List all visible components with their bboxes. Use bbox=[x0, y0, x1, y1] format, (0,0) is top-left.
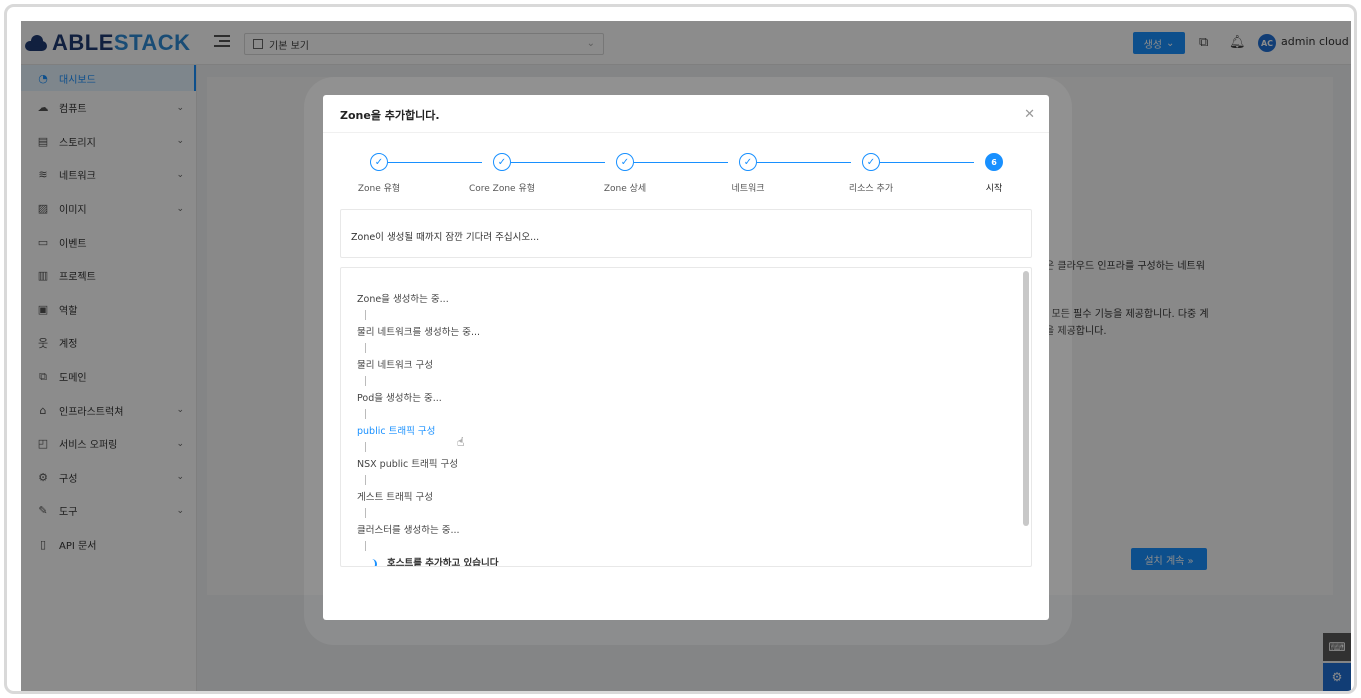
step-launch: 6 시작 bbox=[934, 153, 1054, 194]
hand-pointer-icon: ☝︎ bbox=[457, 435, 465, 449]
close-icon[interactable]: ✕ bbox=[1024, 107, 1035, 122]
log-item: 게스트 트래픽 구성 bbox=[357, 492, 433, 503]
step-label: Zone 유형 bbox=[357, 184, 401, 194]
modal-divider bbox=[323, 132, 1049, 133]
step-zone-details: ✓ Zone 상세 bbox=[565, 153, 685, 194]
add-zone-modal: Zone을 추가합니다. ✕ ✓ Zone 유형 ✓ Core Zone 유형 … bbox=[323, 95, 1049, 620]
log-connector bbox=[357, 506, 997, 523]
log-scrollbar[interactable] bbox=[1023, 271, 1029, 526]
step-label: 시작 bbox=[985, 184, 1003, 194]
progress-log: Zone을 생성하는 중... 물리 네트워크를 생성하는 중... 물리 네트… bbox=[340, 267, 1032, 567]
step-label: Core Zone 유형 bbox=[468, 184, 536, 194]
log-connector bbox=[357, 473, 997, 490]
check-icon: ✓ bbox=[862, 153, 880, 171]
log-connector bbox=[357, 440, 997, 457]
log-connector bbox=[357, 341, 997, 358]
check-icon: ✓ bbox=[370, 153, 388, 171]
status-message: Zone이 생성될 때까지 잠깐 기다려 주십시오... bbox=[351, 232, 540, 243]
log-item-pending-label: 호스트를 추가하고 있습니다 bbox=[387, 558, 499, 567]
log-connector bbox=[357, 308, 997, 325]
step-label: Zone 상세 bbox=[603, 184, 647, 194]
log-item: 물리 네트워크를 생성하는 중... bbox=[357, 327, 480, 338]
wizard-steps: ✓ Zone 유형 ✓ Core Zone 유형 ✓ Zone 상세 ✓ 네트워… bbox=[340, 153, 1032, 194]
log-item-pending: 호스트를 추가하고 있습니다 bbox=[357, 556, 997, 567]
log-item-active: public 트래픽 구성 bbox=[357, 426, 436, 437]
app-root: ABLE STACK 기본 보기 ⌄ 생성 ⌄ ⧉ 🔔︎ AC admin clo… bbox=[21, 21, 1351, 691]
step-number: 6 bbox=[985, 153, 1003, 171]
loading-spinner-icon bbox=[369, 558, 377, 566]
progress-log-list: Zone을 생성하는 중... 물리 네트워크를 생성하는 중... 물리 네트… bbox=[357, 292, 997, 567]
status-message-box: Zone이 생성될 때까지 잠깐 기다려 주십시오... bbox=[340, 209, 1032, 258]
log-connector bbox=[357, 407, 997, 424]
log-connector bbox=[357, 374, 997, 391]
check-icon: ✓ bbox=[493, 153, 511, 171]
log-item: Pod을 생성하는 중... bbox=[357, 393, 442, 404]
step-core-zone-type: ✓ Core Zone 유형 bbox=[442, 153, 562, 194]
check-icon: ✓ bbox=[616, 153, 634, 171]
step-label: 네트워크 bbox=[731, 184, 765, 194]
check-icon: ✓ bbox=[739, 153, 757, 171]
step-label: 리소스 추가 bbox=[848, 184, 894, 194]
step-add-resources: ✓ 리소스 추가 bbox=[811, 153, 931, 194]
log-item: NSX public 트래픽 구성 bbox=[357, 459, 458, 470]
modal-title: Zone을 추가합니다. bbox=[340, 109, 440, 122]
log-connector bbox=[357, 539, 997, 556]
log-item: Zone을 생성하는 중... bbox=[357, 294, 449, 305]
log-item: 물리 네트워크 구성 bbox=[357, 360, 433, 371]
window-frame: ABLE STACK 기본 보기 ⌄ 생성 ⌄ ⧉ 🔔︎ AC admin clo… bbox=[4, 4, 1357, 694]
log-item: 클러스터를 생성하는 중... bbox=[357, 525, 460, 536]
step-zone-type: ✓ Zone 유형 bbox=[319, 153, 439, 194]
step-network: ✓ 네트워크 bbox=[688, 153, 808, 194]
